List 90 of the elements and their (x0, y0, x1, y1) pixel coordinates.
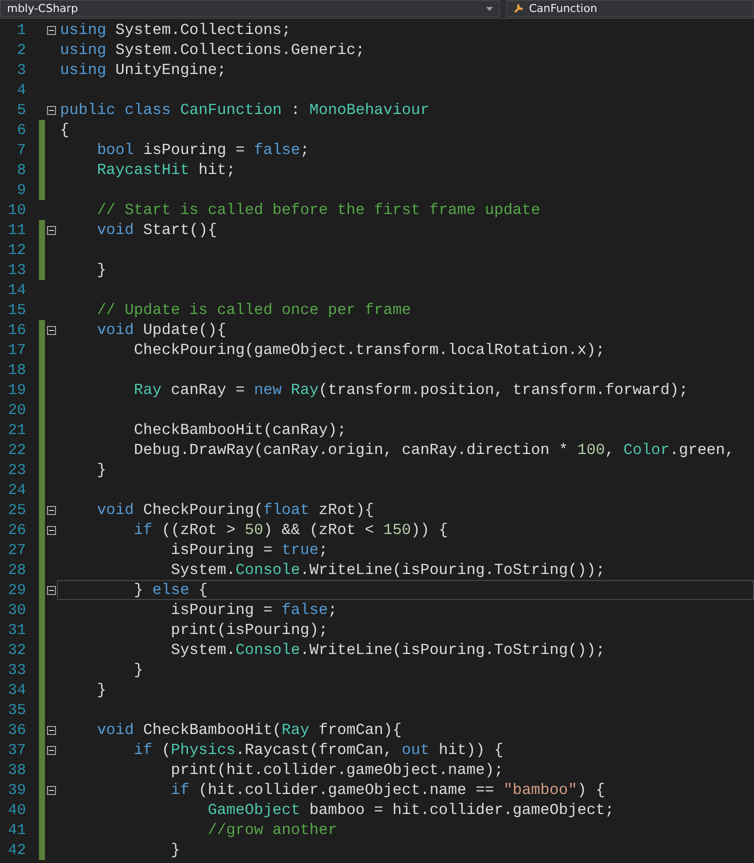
line-number: 39 (6, 782, 26, 798)
line-number: 31 (6, 622, 26, 638)
code-line: void Start(){ (96, 221, 218, 239)
line-number: 16 (6, 322, 26, 338)
line-number: 38 (6, 762, 26, 778)
line-number: 21 (6, 422, 26, 438)
code-line: //grow another (206, 821, 338, 839)
line-number: 24 (6, 482, 26, 498)
code-line: } (96, 261, 106, 279)
line-number: 1 (16, 22, 26, 38)
code-line: Ray canRay = new Ray(transform.position, transform.forward); (132, 381, 688, 399)
line-number: 26 (6, 522, 26, 538)
line-number: 11 (6, 222, 26, 238)
line-number: 18 (6, 362, 26, 378)
fold-toggle[interactable] (46, 786, 56, 794)
code-line: // Start is called before the first frame update (96, 201, 540, 219)
line-number: 25 (6, 502, 26, 518)
fold-toggle[interactable] (46, 726, 56, 734)
fold-toggle[interactable] (46, 506, 56, 514)
fold-toggle[interactable] (46, 526, 56, 534)
line-number: 10 (6, 202, 26, 218)
code-line: bool isPouring = false; (96, 141, 310, 159)
code-line: isPouring = false; (170, 601, 338, 619)
code-line: print(hit.collider.gameObject.name); (170, 761, 504, 779)
code-line: CheckPouring(gameObject.transform.localRotation.x); (132, 341, 605, 359)
line-number: 4 (16, 82, 26, 98)
line-number: 9 (16, 182, 26, 198)
fold-toggle[interactable] (46, 326, 56, 334)
fold-toggle[interactable] (46, 106, 56, 114)
line-number: 13 (6, 262, 26, 278)
line-number: 3 (16, 62, 26, 78)
line-number: 34 (6, 682, 26, 698)
line-number: 6 (16, 122, 26, 138)
project-dropdown[interactable]: mbly-CSharp (0, 0, 500, 17)
code-line: RaycastHit hit; (96, 161, 236, 179)
code-line: System.Console.WriteLine(isPouring.ToString()); (170, 561, 605, 579)
line-number: 27 (6, 542, 26, 558)
fold-toggle[interactable] (46, 746, 56, 754)
line-number: 29 (6, 582, 26, 598)
code-line: using System.Collections.Generic; (60, 41, 365, 59)
line-number: 17 (6, 342, 26, 358)
code-line: if ((zRot > 50) && (zRot < 150)) { (132, 521, 448, 539)
code-line: } (132, 661, 144, 679)
code-line: if (Physics.Raycast(fromCan, out hit)) { (132, 741, 504, 759)
code-line: using UnityEngine; (60, 61, 226, 79)
code-line: } (170, 841, 180, 859)
code-line: void CheckPouring(float zRot){ (96, 501, 374, 519)
line-number: 23 (6, 462, 26, 478)
code-line: } (96, 461, 106, 479)
line-number: 12 (6, 242, 26, 258)
member-dropdown[interactable]: CanFunction (506, 0, 754, 17)
code-line: System.Console.WriteLine(isPouring.ToString()); (170, 641, 605, 659)
line-number: 35 (6, 702, 26, 718)
fold-toggle[interactable] (46, 226, 56, 234)
line-number: 8 (16, 162, 26, 178)
line-number: 37 (6, 742, 26, 758)
line-number: 20 (6, 402, 26, 418)
code-line: GameObject bamboo = hit.collider.gameObject; (206, 801, 614, 819)
line-number: 40 (6, 802, 26, 818)
line-number: 19 (6, 382, 26, 398)
line-number: 28 (6, 562, 26, 578)
line-number: 14 (6, 282, 26, 298)
code-line: void CheckBambooHit(Ray fromCan){ (96, 721, 402, 739)
code-line: print(isPouring); (170, 621, 328, 639)
line-number: 41 (6, 822, 26, 838)
code-line: // Update is called once per frame (96, 301, 411, 319)
line-number: 30 (6, 602, 26, 618)
line-number: 36 (6, 722, 26, 738)
code-line: } (96, 681, 106, 699)
code-line: CheckBambooHit(canRay); (132, 421, 346, 439)
wrench-icon (513, 3, 524, 14)
code-line: void Update(){ (96, 321, 226, 339)
line-number: 22 (6, 442, 26, 458)
line-number: 42 (6, 842, 26, 858)
line-number: 7 (16, 142, 26, 158)
caret-icon (486, 6, 493, 10)
fold-toggle[interactable] (46, 586, 56, 594)
line-number: 15 (6, 302, 26, 318)
code-line: public class CanFunction : MonoBehaviour (60, 101, 430, 119)
line-number: 32 (6, 642, 26, 658)
fold-toggle[interactable] (46, 26, 56, 34)
line-number: 2 (16, 42, 26, 58)
line-number: 33 (6, 662, 26, 678)
code-line: if (hit.collider.gameObject.name == "bamboo") { (170, 781, 605, 799)
code-line: { (60, 121, 70, 139)
code-line: using System.Collections; (60, 21, 291, 39)
code-line: isPouring = true; (170, 541, 328, 559)
code-line: } else { (132, 581, 208, 599)
line-number: 5 (16, 102, 26, 118)
code-line: Debug.DrawRay(canRay.origin, canRay.direction * 100, Color.green, (132, 441, 734, 459)
